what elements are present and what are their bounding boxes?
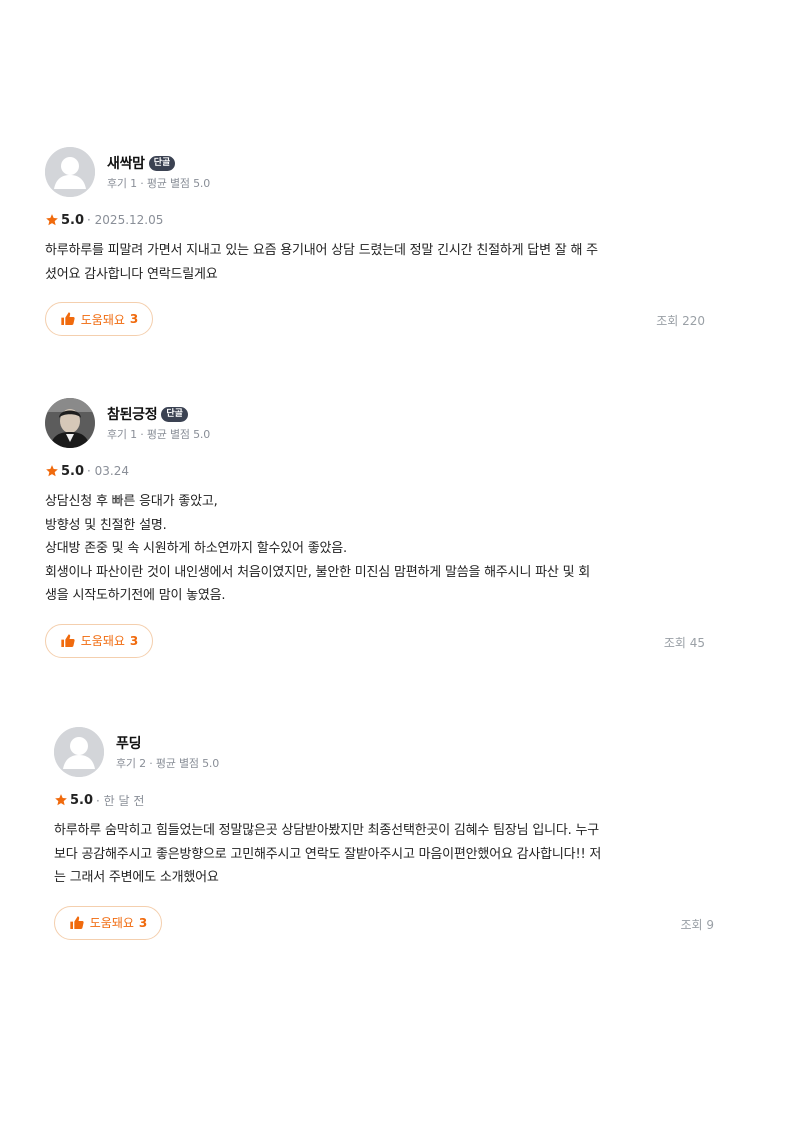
author-name[interactable]: 참된긍정 bbox=[107, 404, 158, 424]
thumbs-up-icon bbox=[61, 633, 75, 647]
rating-score: 5.0 bbox=[61, 463, 85, 479]
default-avatar-icon[interactable] bbox=[54, 727, 104, 777]
review-text: 하루하루 숨막히고 힘들었는데 정말많은곳 상담받아봤지만 최종선택한곳이 김혜… bbox=[54, 823, 602, 885]
star-icon bbox=[55, 794, 67, 806]
review-footer: 도움돼요 3 조회 220 bbox=[45, 302, 705, 338]
rating-row: 5.0 · 한 달 전 bbox=[54, 792, 714, 808]
review-date: · 한 달 전 bbox=[96, 793, 145, 808]
author-meta: 후기 1 · 평균 별점 5.0 bbox=[107, 428, 210, 441]
rating-score: 5.0 bbox=[61, 212, 85, 228]
author-row: 참된긍정 단골 bbox=[107, 404, 188, 424]
rating-row: 5.0 · 03.24 bbox=[45, 463, 705, 479]
regular-badge: 단골 bbox=[161, 406, 188, 422]
view-count: 조회 220 bbox=[656, 314, 705, 328]
helpful-count: 3 bbox=[138, 915, 148, 930]
star-icon bbox=[46, 465, 58, 477]
review-card: 참된긍정 단골 후기 1 · 평균 별점 5.0 5.0 · 03.24 상담신… bbox=[45, 398, 705, 660]
helpful-label: 도움돼요 bbox=[80, 312, 125, 327]
author-row: 새싹맘 단골 bbox=[107, 153, 176, 173]
view-count: 조회 9 bbox=[680, 917, 714, 932]
thumbs-up-icon bbox=[61, 312, 75, 325]
profile-photo[interactable] bbox=[45, 398, 95, 448]
helpful-count: 3 bbox=[129, 312, 139, 326]
author-row: 푸딩 bbox=[116, 733, 141, 753]
review-header: 새싹맘 단골 후기 1 · 평균 별점 5.0 bbox=[45, 147, 705, 197]
review-card: 새싹맘 단골 후기 1 · 평균 별점 5.0 5.0 · 2025.12.05… bbox=[45, 147, 705, 338]
thumbs-up-icon bbox=[70, 915, 84, 929]
author-meta: 후기 2 · 평균 별점 5.0 bbox=[116, 757, 219, 770]
review-text: 상담신청 후 빠른 응대가 좋았고, 방향성 및 친절한 설명. 상대방 존중 … bbox=[45, 494, 591, 603]
helpful-button[interactable]: 도움돼요 3 bbox=[45, 302, 153, 336]
view-count: 조회 45 bbox=[663, 635, 705, 650]
review-footer: 도움돼요 3 조회 9 bbox=[54, 905, 714, 942]
helpful-label: 도움돼요 bbox=[80, 634, 125, 648]
regular-badge: 단골 bbox=[148, 155, 176, 171]
review-header: 푸딩 후기 2 · 평균 별점 5.0 bbox=[54, 727, 714, 777]
author-name[interactable]: 새싹맘 bbox=[107, 153, 145, 173]
helpful-button[interactable]: 도움돼요 3 bbox=[45, 623, 153, 658]
review-date: · 03.24 bbox=[87, 464, 130, 478]
default-avatar-icon[interactable] bbox=[45, 147, 95, 197]
review-date: · 2025.12.05 bbox=[87, 213, 164, 227]
helpful-button[interactable]: 도움돼요 3 bbox=[54, 905, 162, 940]
rating-score: 5.0 bbox=[70, 792, 94, 808]
rating-row: 5.0 · 2025.12.05 bbox=[45, 212, 705, 228]
review-card: 푸딩 후기 2 · 평균 별점 5.0 5.0 · 한 달 전 하루하루 숨막히… bbox=[54, 727, 714, 942]
helpful-count: 3 bbox=[129, 633, 139, 648]
author-meta: 후기 1 · 평균 별점 5.0 bbox=[107, 177, 210, 190]
author-name[interactable]: 푸딩 bbox=[116, 733, 141, 753]
review-header: 참된긍정 단골 후기 1 · 평균 별점 5.0 bbox=[45, 398, 705, 448]
review-footer: 도움돼요 3 조회 45 bbox=[45, 623, 705, 660]
review-text: 하루하루를 피말려 가면서 지내고 있는 요즘 용기내어 상담 드렸는데 정말 … bbox=[45, 243, 598, 282]
helpful-label: 도움돼요 bbox=[89, 916, 134, 930]
star-icon bbox=[46, 214, 58, 226]
